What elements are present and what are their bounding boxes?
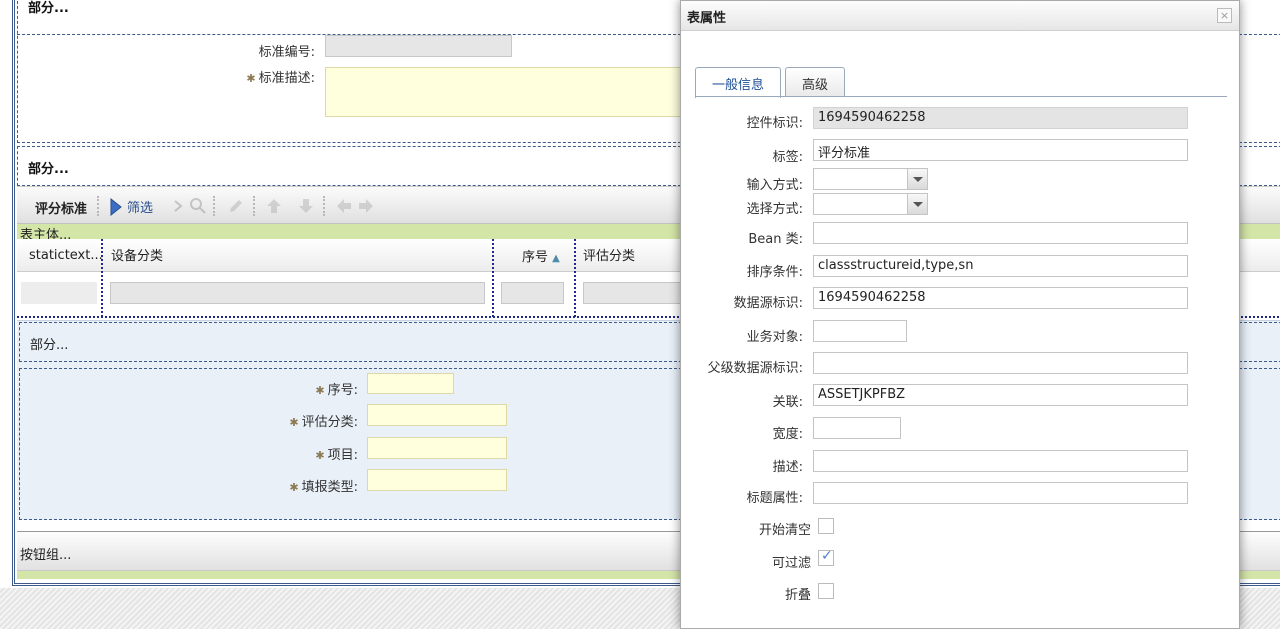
toolbar-separator [323, 196, 325, 216]
column-divider [574, 239, 576, 317]
mbo-name-label: 业务对象: [746, 330, 803, 345]
parent-datasrc-field[interactable] [813, 352, 1188, 374]
start-empty-checkbox[interactable] [818, 518, 834, 534]
bean-class-field[interactable] [813, 222, 1188, 244]
item-label: 项目: [327, 448, 358, 463]
tab-general[interactable]: 一般信息 [695, 67, 782, 98]
cell-statictext [21, 282, 97, 304]
caption-label: 标签: [772, 150, 803, 165]
eval-category-label-wrap: ✱ 评估分类: [230, 411, 358, 430]
collapsible-checkbox[interactable] [818, 583, 834, 599]
required-marker-icon: ✱ [289, 416, 299, 429]
start-empty-label: 开始清空 [758, 523, 811, 538]
arrow-left-icon[interactable] [335, 197, 353, 215]
column-header-eval-category[interactable]: 评估分类 [583, 245, 635, 264]
required-marker-icon: ✱ [315, 449, 325, 462]
checkmark-icon: ✓ [821, 548, 833, 564]
required-marker-icon: ✱ [289, 481, 299, 494]
control-id-field[interactable]: 1694590462258 [813, 107, 1188, 129]
toolbar-separator [213, 196, 215, 216]
eval-category-field[interactable] [367, 404, 507, 426]
bean-class-label: Bean 类: [748, 232, 803, 247]
toolbar-separator [253, 196, 255, 216]
description-field[interactable] [813, 450, 1188, 472]
column-header-device-category[interactable]: 设备分类 [111, 245, 163, 264]
arrow-up-icon[interactable] [265, 197, 283, 215]
search-icon[interactable] [189, 197, 207, 215]
label-attrs-field[interactable] [813, 482, 1188, 504]
arrow-right-icon[interactable] [357, 197, 375, 215]
select-mode-label: 选择方式: [746, 202, 803, 217]
cell-seq[interactable] [501, 282, 564, 304]
report-type-label: 填报类型: [301, 480, 358, 495]
relationship-label: 关联: [772, 395, 803, 410]
toolbar-separator [97, 196, 99, 216]
description-label: 描述: [772, 460, 803, 475]
table-title: 评分标准 [35, 202, 88, 217]
required-marker-icon: ✱ [246, 72, 256, 85]
caption-field[interactable]: 评分标准 [813, 139, 1188, 161]
column-divider [101, 239, 103, 317]
column-header-seq[interactable]: 序号 ▲ [522, 246, 560, 265]
cell-eval-category[interactable] [583, 282, 693, 304]
section3-title: 部分... [30, 338, 69, 353]
order-by-field[interactable]: classstructureid,type,sn [813, 255, 1188, 277]
parent-datasrc-label: 父级数据源标识: [707, 361, 803, 376]
column-divider [492, 239, 494, 317]
input-mode-label: 输入方式: [746, 178, 803, 193]
label-attrs-label: 标题属性: [746, 491, 803, 506]
button-group-label: 按钮组... [20, 548, 72, 563]
tab-strip-line [695, 96, 1227, 97]
item-label-wrap: ✱ 项目: [230, 444, 358, 463]
datasrc-label: 数据源标识: [733, 296, 803, 311]
chevron-down-icon[interactable] [907, 194, 927, 214]
select-mode-select[interactable] [813, 193, 928, 215]
control-id-label: 控件标识: [746, 116, 803, 131]
seq-label-wrap: ✱ 序号: [230, 379, 358, 398]
collapsible-label: 折叠 [784, 588, 811, 603]
order-by-label: 排序条件: [746, 265, 803, 280]
width-field[interactable] [813, 417, 901, 439]
close-icon[interactable]: × [1217, 8, 1232, 23]
filterable-checkbox[interactable]: ✓ [818, 548, 834, 566]
standard-code-label: 标准编号: [258, 45, 315, 60]
mbo-name-field[interactable] [813, 320, 907, 342]
standard-desc-label: 标准描述: [258, 71, 315, 86]
filterable-label: 可过滤 [771, 556, 811, 571]
datasrc-field[interactable]: 1694590462258 [813, 287, 1188, 309]
relationship-field[interactable]: ASSETJKPFBZ [813, 384, 1188, 406]
section1-title: 部分... [28, 1, 69, 16]
seq-label: 序号: [327, 383, 358, 398]
required-marker-icon: ✱ [315, 384, 325, 397]
cell-device-category[interactable] [110, 282, 485, 304]
seq-field[interactable] [367, 373, 454, 394]
dialog-title-bar[interactable]: 表属性 × [681, 1, 1239, 31]
filter-label: 筛选 [127, 201, 154, 216]
sort-ascending-icon: ▲ [552, 253, 560, 264]
section2-title: 部分... [28, 162, 69, 177]
report-type-label-wrap: ✱ 填报类型: [230, 476, 358, 495]
item-field[interactable] [367, 437, 507, 459]
standard-desc-label-wrap: ✱ 标准描述: [200, 67, 315, 86]
chevron-down-icon[interactable] [907, 169, 927, 189]
input-mode-select[interactable] [813, 168, 928, 190]
column-header-seq-label: 序号 [522, 250, 549, 265]
width-label: 宽度: [772, 427, 803, 442]
filter-button[interactable]: 筛选 [110, 197, 153, 216]
chevron-right-icon[interactable] [169, 197, 187, 215]
table-properties-dialog: 表属性 × 一般信息 高级 控件标识: 1694590462258 标签: 评分… [680, 0, 1240, 629]
eval-category-label: 评估分类: [301, 415, 358, 430]
arrow-down-icon[interactable] [297, 197, 315, 215]
column-header-statictext[interactable]: statictext... [29, 248, 103, 263]
report-type-field[interactable] [367, 469, 507, 491]
dialog-title: 表属性 [687, 11, 727, 26]
standard-desc-textarea[interactable] [325, 67, 705, 117]
tab-advanced[interactable]: 高级 [785, 67, 846, 97]
edit-icon[interactable] [227, 197, 245, 215]
standard-code-field[interactable] [325, 35, 512, 57]
filter-arrow-icon [110, 197, 122, 216]
